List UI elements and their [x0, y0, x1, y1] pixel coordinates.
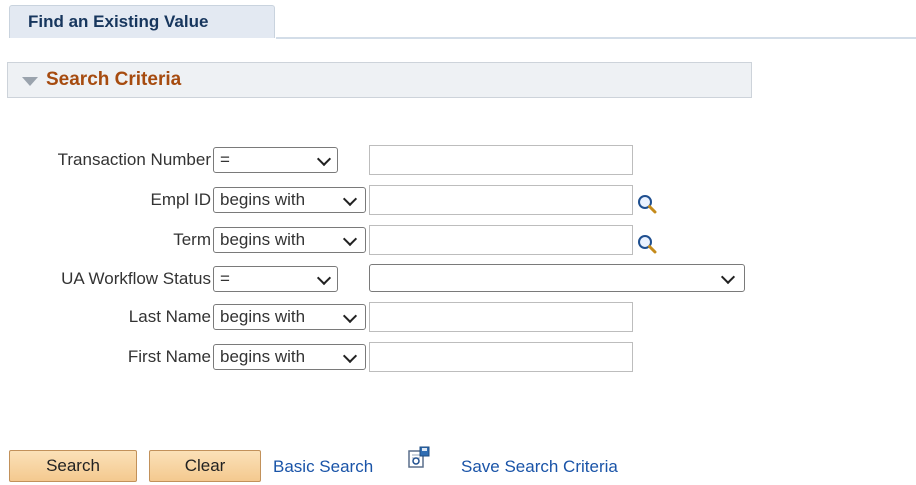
transaction-number-input[interactable]	[369, 145, 633, 175]
chevron-down-icon	[720, 269, 736, 285]
workflow-status-label: UA Workflow Status	[61, 269, 211, 288]
search-criteria-title: Search Criteria	[46, 69, 182, 90]
chevron-down-icon	[316, 151, 332, 167]
empl-id-label: Empl ID	[150, 190, 211, 209]
operator-value: begins with	[220, 230, 306, 249]
save-search-icon[interactable]	[408, 446, 430, 468]
search-criteria-header[interactable]: Search Criteria	[7, 62, 752, 98]
magnifier-icon[interactable]	[637, 194, 657, 214]
operator-value: begins with	[220, 190, 306, 209]
transaction-number-label: Transaction Number	[57, 150, 211, 169]
clear-button[interactable]: Clear	[149, 450, 261, 482]
first-name-input[interactable]	[369, 342, 633, 372]
workflow-status-select[interactable]	[369, 264, 745, 292]
chevron-down-icon	[316, 270, 332, 286]
search-button[interactable]: Search	[9, 450, 137, 482]
term-label: Term	[173, 230, 211, 249]
term-input[interactable]	[369, 225, 633, 255]
chevron-down-icon	[342, 348, 358, 364]
operator-value: =	[220, 269, 230, 288]
last-name-operator[interactable]: begins with	[213, 304, 366, 330]
magnifier-icon[interactable]	[637, 234, 657, 254]
term-operator[interactable]: begins with	[213, 227, 366, 253]
basic-search-link[interactable]: Basic Search	[273, 457, 373, 477]
operator-value: begins with	[220, 347, 306, 366]
last-name-input[interactable]	[369, 302, 633, 332]
workflow-status-operator[interactable]: =	[213, 266, 338, 292]
first-name-operator[interactable]: begins with	[213, 344, 366, 370]
save-search-criteria-link[interactable]: Save Search Criteria	[461, 457, 618, 477]
operator-value: begins with	[220, 307, 306, 326]
chevron-down-icon	[342, 308, 358, 324]
tab-divider	[276, 37, 916, 39]
operator-value: =	[220, 150, 230, 169]
tab-find-existing-value[interactable]: Find an Existing Value	[9, 5, 275, 38]
empl-id-input[interactable]	[369, 185, 633, 215]
chevron-down-icon	[342, 231, 358, 247]
tab-label: Find an Existing Value	[28, 12, 209, 31]
empl-id-operator[interactable]: begins with	[213, 187, 366, 213]
chevron-down-icon	[342, 191, 358, 207]
first-name-label: First Name	[127, 347, 211, 366]
transaction-number-operator[interactable]: =	[213, 147, 338, 173]
collapse-triangle-icon[interactable]	[22, 77, 38, 86]
last-name-label: Last Name	[128, 307, 211, 326]
